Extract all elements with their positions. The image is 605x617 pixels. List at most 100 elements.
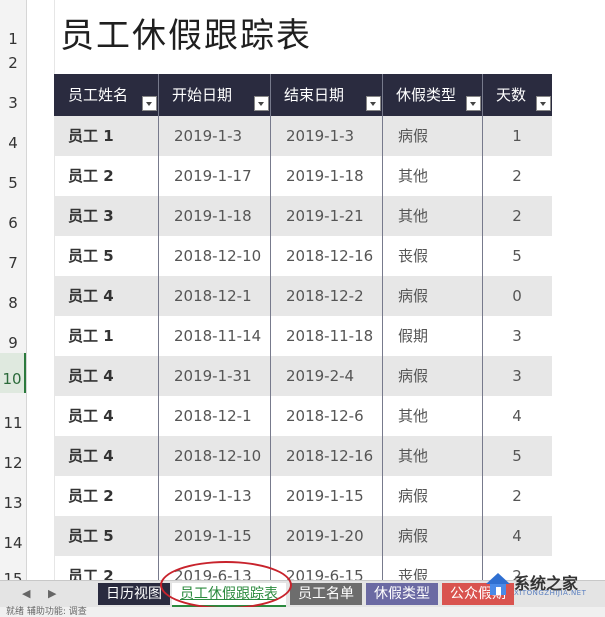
row-number[interactable]: 9: [0, 334, 26, 352]
cell-end-date[interactable]: 2019-1-15: [270, 476, 382, 516]
cell-leave-type[interactable]: 其他: [382, 396, 482, 436]
table-row[interactable]: 员工 5 2018-12-10 2018-12-16 丧假 5: [54, 236, 552, 276]
column-divider: [158, 74, 159, 580]
sheet-title[interactable]: 员工休假跟踪表: [60, 8, 312, 57]
cell-start-date[interactable]: 2019-1-17: [158, 156, 270, 196]
cell-start-date[interactable]: 2018-11-14: [158, 316, 270, 356]
row-number[interactable]: 5: [0, 174, 26, 192]
table-row[interactable]: 员工 5 2019-1-15 2019-1-20 病假 4: [54, 516, 552, 556]
row-number[interactable]: 6: [0, 214, 26, 232]
filter-dropdown-icon[interactable]: [536, 96, 551, 111]
highlight-ring: [160, 561, 292, 609]
cell-days[interactable]: 1: [482, 116, 552, 156]
header-leave-type[interactable]: 休假类型: [382, 74, 482, 116]
cell-employee-name[interactable]: 员工 2: [54, 476, 158, 516]
header-label: 结束日期: [284, 86, 345, 104]
row-number[interactable]: 11: [0, 414, 26, 432]
cell-end-date[interactable]: 2019-1-21: [270, 196, 382, 236]
cell-employee-name[interactable]: 员工 2: [54, 156, 158, 196]
cell-leave-type[interactable]: 其他: [382, 436, 482, 476]
filter-dropdown-icon[interactable]: [466, 96, 481, 111]
cell-end-date[interactable]: 2018-12-16: [270, 436, 382, 476]
cell-days[interactable]: 2: [482, 156, 552, 196]
header-end-date[interactable]: 结束日期: [270, 74, 382, 116]
cell-employee-name[interactable]: 员工 1: [54, 316, 158, 356]
cell-employee-name[interactable]: 员工 4: [54, 396, 158, 436]
cell-employee-name[interactable]: 员工 4: [54, 436, 158, 476]
header-start-date[interactable]: 开始日期: [158, 74, 270, 116]
cell-days[interactable]: 5: [482, 236, 552, 276]
table-row[interactable]: 员工 4 2019-1-31 2019-2-4 病假 3: [54, 356, 552, 396]
cell-start-date[interactable]: 2019-1-18: [158, 196, 270, 236]
cell-days[interactable]: 3: [482, 356, 552, 396]
cell-days[interactable]: 0: [482, 276, 552, 316]
cell-end-date[interactable]: 2018-12-16: [270, 236, 382, 276]
cell-start-date[interactable]: 2018-12-10: [158, 436, 270, 476]
cell-days[interactable]: 2: [482, 476, 552, 516]
cell-employee-name[interactable]: 员工 5: [54, 236, 158, 276]
table-row[interactable]: 员工 1 2019-1-3 2019-1-3 病假 1: [54, 116, 552, 156]
row-number[interactable]: 14: [0, 534, 26, 552]
cell-days[interactable]: 4: [482, 516, 552, 556]
row-number[interactable]: 4: [0, 134, 26, 152]
cell-employee-name[interactable]: 员工 1: [54, 116, 158, 156]
cell-employee-name[interactable]: 员工 4: [54, 276, 158, 316]
row-number[interactable]: 8: [0, 294, 26, 312]
row-number[interactable]: 7: [0, 254, 26, 272]
cell-leave-type[interactable]: 病假: [382, 516, 482, 556]
cell-days[interactable]: 2: [482, 196, 552, 236]
cell-start-date[interactable]: 2019-1-31: [158, 356, 270, 396]
tab-employee-list[interactable]: 员工名单: [290, 583, 362, 605]
cell-end-date[interactable]: 2019-1-18: [270, 156, 382, 196]
table-row[interactable]: 员工 4 2018-12-1 2018-12-6 其他 4: [54, 396, 552, 436]
cell-start-date[interactable]: 2019-1-13: [158, 476, 270, 516]
watermark-logo: 系统之家 XITONGZHIJIA.NET: [484, 570, 602, 606]
table-row[interactable]: 员工 2 2019-1-17 2019-1-18 其他 2: [54, 156, 552, 196]
row-number-active[interactable]: 10: [0, 353, 26, 393]
cell-start-date[interactable]: 2019-1-3: [158, 116, 270, 156]
filter-dropdown-icon[interactable]: [142, 96, 157, 111]
cell-days[interactable]: 5: [482, 436, 552, 476]
cell-start-date[interactable]: 2018-12-1: [158, 276, 270, 316]
cell-start-date[interactable]: 2019-1-15: [158, 516, 270, 556]
cell-employee-name[interactable]: 员工 3: [54, 196, 158, 236]
table-row[interactable]: 员工 2 2019-1-13 2019-1-15 病假 2: [54, 476, 552, 516]
table-row[interactable]: 员工 1 2018-11-14 2018-11-18 假期 3: [54, 316, 552, 356]
cell-leave-type[interactable]: 其他: [382, 156, 482, 196]
row-number[interactable]: 1: [0, 30, 26, 48]
cell-end-date[interactable]: 2019-1-20: [270, 516, 382, 556]
filter-dropdown-icon[interactable]: [366, 96, 381, 111]
cell-end-date[interactable]: 2018-11-18: [270, 316, 382, 356]
row-number[interactable]: 3: [0, 94, 26, 112]
filter-dropdown-icon[interactable]: [254, 96, 269, 111]
cell-leave-type[interactable]: 假期: [382, 316, 482, 356]
cell-end-date[interactable]: 2018-12-2: [270, 276, 382, 316]
tab-scroll-right-icon[interactable]: ▶: [48, 587, 56, 600]
house-icon: [486, 573, 510, 595]
cell-start-date[interactable]: 2018-12-10: [158, 236, 270, 276]
table-row[interactable]: 员工 3 2019-1-18 2019-1-21 其他 2: [54, 196, 552, 236]
cell-leave-type[interactable]: 病假: [382, 116, 482, 156]
cell-employee-name[interactable]: 员工 4: [54, 356, 158, 396]
cell-end-date[interactable]: 2019-1-3: [270, 116, 382, 156]
header-days[interactable]: 天数: [482, 74, 552, 116]
cell-leave-type[interactable]: 病假: [382, 356, 482, 396]
row-number[interactable]: 12: [0, 454, 26, 472]
row-number[interactable]: 2: [0, 54, 26, 72]
cell-start-date[interactable]: 2018-12-1: [158, 396, 270, 436]
cell-days[interactable]: 3: [482, 316, 552, 356]
cell-days[interactable]: 4: [482, 396, 552, 436]
row-number[interactable]: 13: [0, 494, 26, 512]
cell-end-date[interactable]: 2018-12-6: [270, 396, 382, 436]
tab-scroll-left-icon[interactable]: ◀: [22, 587, 30, 600]
cell-leave-type[interactable]: 丧假: [382, 236, 482, 276]
cell-leave-type[interactable]: 病假: [382, 476, 482, 516]
cell-employee-name[interactable]: 员工 5: [54, 516, 158, 556]
cell-end-date[interactable]: 2019-2-4: [270, 356, 382, 396]
cell-leave-type[interactable]: 其他: [382, 196, 482, 236]
table-row[interactable]: 员工 4 2018-12-1 2018-12-2 病假 0: [54, 276, 552, 316]
tab-leave-types[interactable]: 休假类型: [366, 583, 438, 605]
header-employee-name[interactable]: 员工姓名: [54, 74, 158, 116]
cell-leave-type[interactable]: 病假: [382, 276, 482, 316]
table-row[interactable]: 员工 4 2018-12-10 2018-12-16 其他 5: [54, 436, 552, 476]
